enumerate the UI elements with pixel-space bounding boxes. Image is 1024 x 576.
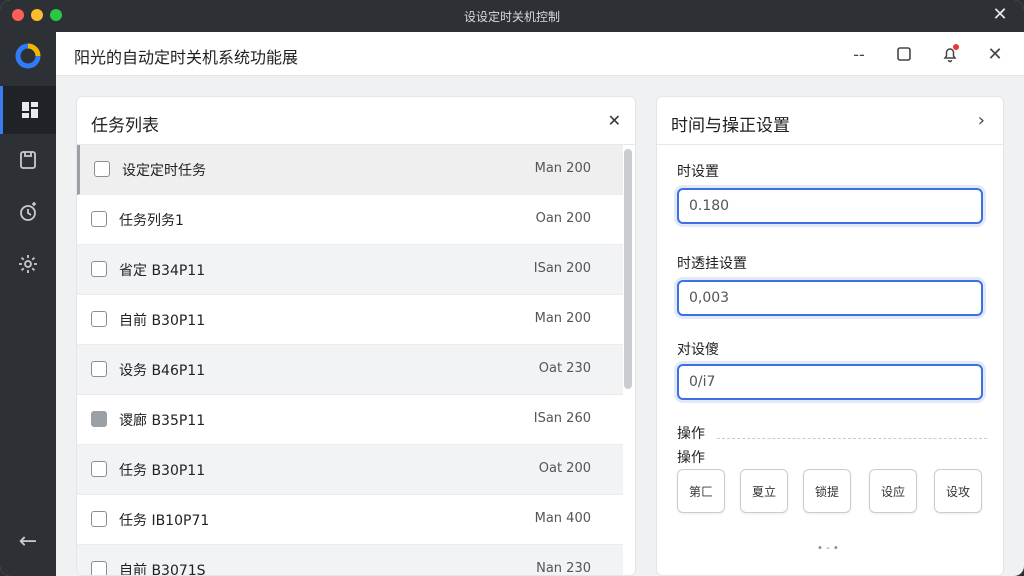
- table-row[interactable]: 任务列务1 Oan 200: [77, 195, 623, 245]
- ops-label: 操作: [677, 450, 705, 466]
- task-name: 设务 B46P11: [119, 363, 206, 379]
- op-button-5[interactable]: 设攻: [934, 469, 982, 513]
- notification-button[interactable]: [937, 41, 963, 67]
- row-checkbox[interactable]: [94, 161, 110, 177]
- setting-field[interactable]: [677, 364, 983, 400]
- close-button[interactable]: ✕: [982, 41, 1008, 67]
- field-label-setting: 对设傻: [677, 342, 719, 358]
- timer-icon: [20, 202, 36, 221]
- gear-icon: [19, 255, 37, 273]
- task-time: Man 400: [534, 511, 591, 526]
- minimize-button[interactable]: --: [846, 41, 872, 67]
- time-input[interactable]: [679, 190, 981, 222]
- op-button-1[interactable]: 第匚: [677, 469, 725, 513]
- table-row[interactable]: 任务 B30P11 Oat 200: [77, 445, 623, 495]
- task-time: Oat 230: [538, 361, 591, 376]
- table-row[interactable]: 自前 B30P11 Man 200: [77, 295, 623, 345]
- settings-header: 时间与操正设置 ›: [657, 97, 1003, 145]
- table-row[interactable]: 任务 IB10P71 Man 400: [77, 495, 623, 545]
- window-close-button[interactable]: ✕: [990, 5, 1010, 25]
- task-time: Man 200: [534, 311, 591, 326]
- title-bar: 设设定时关机控制 ✕: [0, 0, 1024, 32]
- settings-title: 时间与操正设置: [671, 116, 790, 136]
- delay-input[interactable]: [679, 282, 981, 314]
- page-title: 阳光的自动定时关机系统功能展: [74, 48, 299, 67]
- sidebar-item-timer[interactable]: [0, 188, 56, 236]
- task-list-header: 任务列表 ✕: [77, 97, 635, 145]
- task-icon: [20, 151, 36, 169]
- task-list-title: 任务列表: [91, 116, 159, 136]
- app-header: 阳光的自动定时关机系统功能展 -- ✕: [56, 32, 1024, 76]
- row-checkbox[interactable]: [91, 561, 107, 575]
- op-button-3[interactable]: 锁提: [803, 469, 851, 513]
- row-checkbox[interactable]: [91, 211, 107, 227]
- row-checkbox[interactable]: [91, 261, 107, 277]
- op-button-2[interactable]: 夏立: [740, 469, 788, 513]
- task-list: 设定定时任务 Man 200 任务列务1 Oan 200 省定 B34P11 I…: [77, 145, 623, 576]
- sidebar-item-settings[interactable]: [0, 240, 56, 288]
- time-field[interactable]: [677, 188, 983, 224]
- maximize-button[interactable]: [891, 41, 917, 67]
- field-label-delay: 时透挂设置: [677, 256, 747, 272]
- dashboard-icon: [21, 102, 38, 118]
- row-checkbox[interactable]: [91, 461, 107, 477]
- table-row[interactable]: 设务 B46P11 Oat 230: [77, 345, 623, 395]
- app-window: 设设定时关机控制 ✕ ← 阳光的自动定时关机系统功能展 -- ✕ 任务列表 ✕ …: [0, 0, 1024, 576]
- table-row[interactable]: 省定 B34P11 ISan 200: [77, 245, 623, 295]
- task-list-close-button[interactable]: ✕: [608, 111, 621, 130]
- task-time: ISan 260: [533, 411, 591, 426]
- chevron-right-icon[interactable]: ›: [978, 110, 985, 131]
- task-name: 任务 IB10P71: [119, 513, 210, 529]
- app-logo: [14, 42, 42, 70]
- sidebar-rail: ←: [0, 32, 56, 576]
- task-name: 任务列务1: [119, 213, 184, 229]
- row-checkbox[interactable]: [91, 361, 107, 377]
- setting-input[interactable]: [679, 366, 981, 398]
- task-name: 任务 B30P11: [119, 463, 206, 479]
- table-row[interactable]: 谡廊 B35P11 ISan 260: [77, 395, 623, 445]
- task-time: Man 200: [534, 161, 591, 176]
- maximize-icon: [897, 47, 911, 61]
- table-row[interactable]: 设定定时任务 Man 200: [77, 145, 623, 195]
- divider: [717, 438, 987, 439]
- sidebar-item-dashboard[interactable]: [0, 86, 56, 134]
- row-checkbox[interactable]: [91, 411, 107, 427]
- task-time: Nan 230: [536, 561, 591, 576]
- row-checkbox[interactable]: [91, 511, 107, 527]
- task-name: 自前 B3071S: [119, 563, 206, 576]
- task-time: ISan 200: [533, 261, 591, 276]
- task-time: Oan 200: [535, 211, 591, 226]
- arrow-left-icon[interactable]: ←: [14, 528, 42, 556]
- sidebar-item-tasks[interactable]: [0, 136, 56, 184]
- task-name: 省定 B34P11: [119, 263, 206, 279]
- task-list-panel: 任务列表 ✕ 设定定时任务 Man 200 任务列务1 Oan 200 省定 B…: [76, 96, 636, 576]
- time-settings-panel: 时间与操正设置 › 时设置 时透挂设置 对设傻 操作 操作 第匚 夏立 锁提 设…: [656, 96, 1004, 576]
- field-label-time: 时设置: [677, 164, 719, 180]
- pagination-dots[interactable]: • - •: [817, 543, 839, 554]
- window-title: 设设定时关机控制: [463, 10, 560, 24]
- task-name: 自前 B30P11: [119, 313, 206, 329]
- task-time: Oat 200: [538, 461, 591, 476]
- ops-label: 操作: [677, 426, 705, 442]
- delay-field[interactable]: [677, 280, 983, 316]
- row-checkbox[interactable]: [91, 311, 107, 327]
- task-name: 设定定时任务: [122, 163, 206, 179]
- table-row[interactable]: 自前 B3071S Nan 230: [77, 545, 623, 576]
- op-button-4[interactable]: 设应: [869, 469, 917, 513]
- notification-badge: [953, 44, 959, 50]
- task-name: 谡廊 B35P11: [119, 413, 206, 429]
- task-list-scrollbar[interactable]: [624, 149, 632, 389]
